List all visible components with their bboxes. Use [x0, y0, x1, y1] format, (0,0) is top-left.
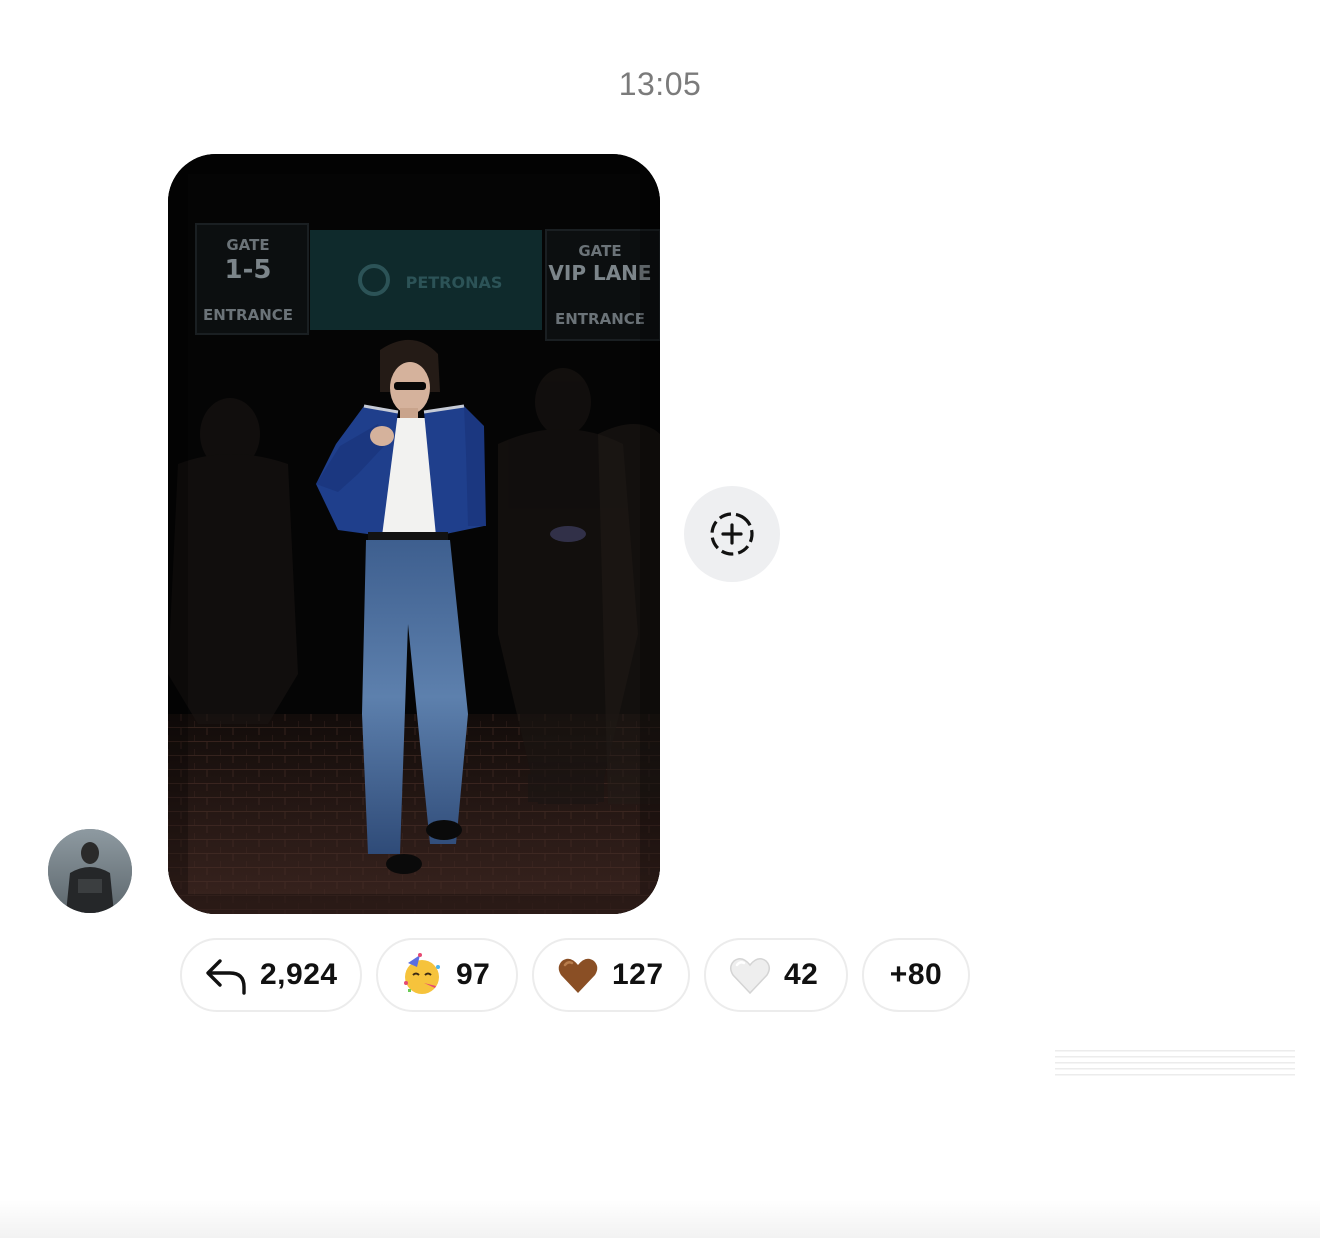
add-to-story-button[interactable]	[684, 486, 780, 582]
reaction-white-heart[interactable]: 42	[704, 938, 848, 1012]
reply-count: 2,924	[260, 958, 338, 991]
sign-left-number: 1-5	[225, 255, 272, 285]
more-reactions-count: +80	[889, 958, 943, 991]
brown-heart-emoji-icon	[556, 953, 600, 997]
reaction-brown-heart[interactable]: 127	[532, 938, 690, 1012]
white-heart-count: 42	[784, 958, 819, 991]
reply-arrow-icon	[204, 953, 248, 997]
sender-avatar[interactable]	[48, 829, 132, 913]
sign-right-lane: VIP LANE	[548, 261, 651, 285]
sign-center-brand: PETRONAS	[406, 273, 503, 292]
sign-left-entrance: ENTRANCE	[203, 306, 293, 324]
sign-right-gate: GATE	[578, 242, 621, 260]
partying-face-count: 97	[456, 958, 491, 991]
sign-right-entrance: ENTRANCE	[555, 310, 645, 328]
message-photo[interactable]: GATE 1-5 ENTRANCE PETRONAS GATE VIP LANE…	[168, 154, 660, 914]
reaction-partying-face[interactable]: 97	[376, 938, 518, 1012]
reply-count-button[interactable]: 2,924	[180, 938, 362, 1012]
brown-heart-count: 127	[612, 958, 664, 991]
photo-image: GATE 1-5 ENTRANCE PETRONAS GATE VIP LANE…	[168, 154, 660, 914]
avatar-image	[48, 829, 132, 913]
more-reactions-button[interactable]: +80	[862, 938, 970, 1012]
bottom-fade	[0, 1200, 1320, 1238]
message-timestamp: 13:05	[618, 66, 702, 102]
watermark	[1055, 1050, 1295, 1080]
sign-left-gate: GATE	[226, 236, 269, 254]
reaction-bar: 2,924 97 127 42 +80	[180, 938, 970, 1012]
add-to-story-icon	[710, 512, 754, 556]
partying-face-emoji-icon	[400, 953, 444, 997]
white-heart-emoji-icon	[728, 953, 772, 997]
